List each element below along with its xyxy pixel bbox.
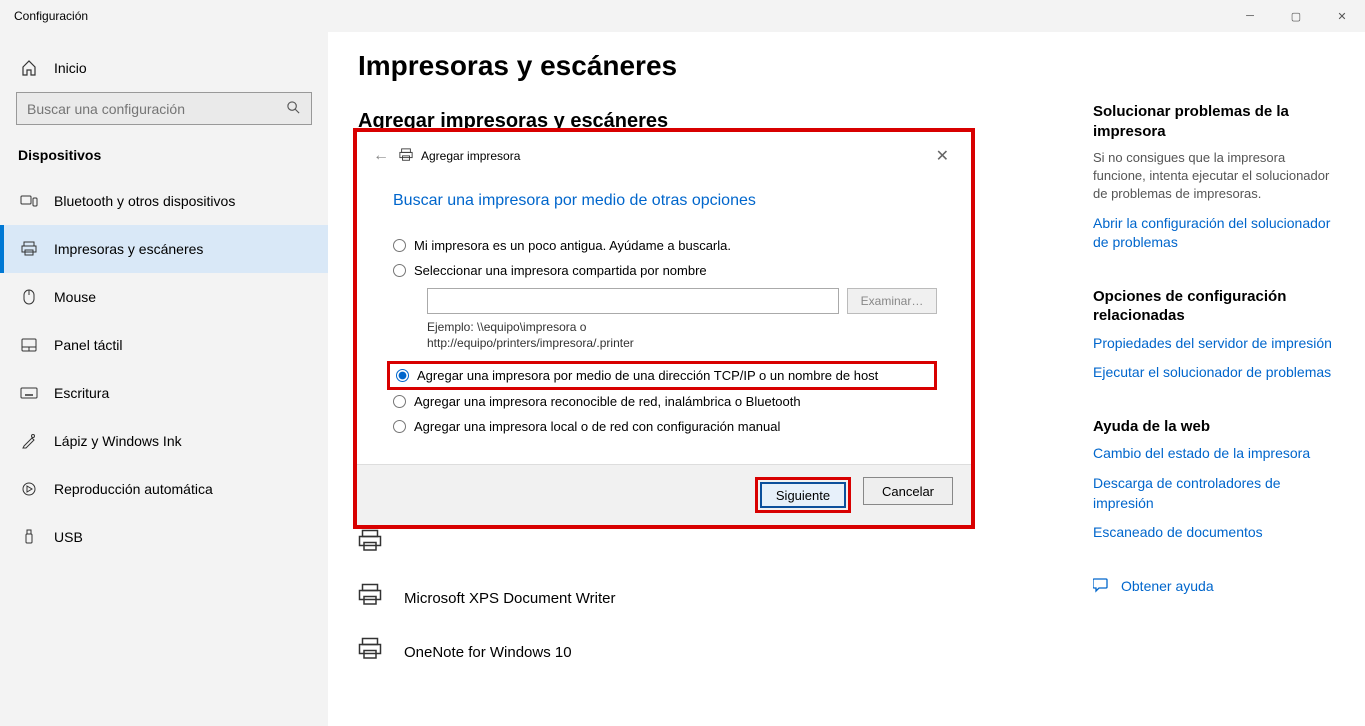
chat-icon	[1093, 577, 1111, 596]
sidebar-item-mouse[interactable]: Mouse	[0, 273, 328, 321]
radio-tcpip-printer[interactable]: Agregar una impresora por medio de una d…	[396, 368, 928, 383]
sidebar-item-label: Panel táctil	[54, 337, 122, 353]
printer-icon	[20, 241, 38, 257]
sidebar-item-label: Mouse	[54, 289, 96, 305]
close-button[interactable]: ✕	[1319, 0, 1365, 32]
printer-device-icon	[358, 583, 384, 613]
printer-row[interactable]: Microsoft XPS Document Writer	[358, 571, 1045, 625]
radio-label: Agregar una impresora local o de red con…	[414, 419, 780, 434]
get-help-label: Obtener ayuda	[1121, 578, 1214, 594]
sidebar-item-label: Bluetooth y otros dispositivos	[54, 193, 235, 209]
troubleshoot-link[interactable]: Abrir la configuración del solucionador …	[1093, 214, 1341, 253]
sidebar-item-touchpad[interactable]: Panel táctil	[0, 321, 328, 369]
radio-input[interactable]	[393, 239, 406, 252]
radio-label: Seleccionar una impresora compartida por…	[414, 263, 707, 278]
radio-network-printer[interactable]: Agregar una impresora reconocible de red…	[393, 394, 937, 409]
related-link-troubleshooter[interactable]: Ejecutar el solucionador de problemas	[1093, 363, 1341, 383]
home-nav[interactable]: Inicio	[16, 50, 312, 92]
pen-icon	[20, 433, 38, 449]
printer-row[interactable]: OneNote for Windows 10	[358, 625, 1045, 679]
right-column: Solucionar problemas de la impresora Si …	[1085, 32, 1365, 726]
get-help-link[interactable]: Obtener ayuda	[1093, 577, 1341, 596]
sidebar-item-bluetooth[interactable]: Bluetooth y otros dispositivos	[0, 177, 328, 225]
cancel-button[interactable]: Cancelar	[863, 477, 953, 505]
maximize-button[interactable]: ▢	[1273, 0, 1319, 32]
sidebar-item-label: Escritura	[54, 385, 109, 401]
printer-icon	[399, 148, 413, 165]
add-printer-dialog: ← Agregar impresora ✕ Buscar una impreso…	[353, 128, 975, 529]
sidebar-item-label: Lápiz y Windows Ink	[54, 433, 182, 449]
web-link-scan[interactable]: Escaneado de documentos	[1093, 523, 1341, 543]
search-input[interactable]	[27, 101, 286, 117]
home-icon	[20, 60, 38, 76]
web-link-state[interactable]: Cambio del estado de la impresora	[1093, 444, 1341, 464]
sidebar: Inicio Dispositivos Bluetooth y otros di…	[0, 32, 328, 726]
section-title: Dispositivos	[16, 147, 312, 163]
related-heading: Opciones de configuración relacionadas	[1093, 287, 1341, 326]
minimize-button[interactable]: ─	[1227, 0, 1273, 32]
web-link-drivers[interactable]: Descarga de controladores de impresión	[1093, 474, 1341, 513]
mouse-icon	[20, 289, 38, 305]
sidebar-item-usb[interactable]: USB	[0, 513, 328, 561]
radio-input[interactable]	[393, 395, 406, 408]
radio-input[interactable]	[396, 369, 409, 382]
radio-local-printer[interactable]: Agregar una impresora local o de red con…	[393, 419, 937, 434]
sidebar-item-label: Reproducción automática	[54, 481, 213, 497]
back-icon[interactable]: ←	[373, 147, 389, 165]
dialog-title: Agregar impresora	[421, 149, 520, 163]
sidebar-item-printers[interactable]: Impresoras y escáneres	[0, 225, 328, 273]
usb-icon	[20, 529, 38, 545]
home-label: Inicio	[54, 60, 87, 76]
example-text: Ejemplo: \\equipo\impresora o http://equ…	[427, 320, 937, 351]
sidebar-item-label: USB	[54, 529, 83, 545]
shared-name-input[interactable]	[427, 288, 839, 314]
troubleshoot-heading: Solucionar problemas de la impresora	[1093, 102, 1341, 141]
main-content: Impresoras y escáneres Agregar impresora…	[328, 32, 1085, 726]
radio-label: Agregar una impresora reconocible de red…	[414, 394, 801, 409]
browse-button[interactable]: Examinar…	[847, 288, 937, 314]
dialog-heading: Buscar una impresora por medio de otras …	[393, 192, 955, 210]
printer-device-icon	[358, 529, 384, 559]
devices-icon	[20, 193, 38, 209]
radio-label: Agregar una impresora por medio de una d…	[417, 368, 878, 383]
keyboard-icon	[20, 387, 38, 399]
search-icon	[286, 100, 301, 118]
troubleshoot-text: Si no consigues que la impresora funcion…	[1093, 149, 1341, 204]
related-link-server[interactable]: Propiedades del servidor de impresión	[1093, 334, 1341, 354]
radio-old-printer[interactable]: Mi impresora es un poco antigua. Ayúdame…	[393, 238, 937, 253]
next-button-highlight: Siguiente	[755, 477, 851, 513]
page-title: Impresoras y escáneres	[358, 50, 1045, 82]
radio-input[interactable]	[393, 264, 406, 277]
radio-input[interactable]	[393, 420, 406, 433]
close-icon[interactable]: ✕	[930, 146, 955, 166]
touchpad-icon	[20, 338, 38, 352]
next-button[interactable]: Siguiente	[760, 482, 846, 508]
printer-name: OneNote for Windows 10	[404, 644, 572, 661]
printer-device-icon	[358, 637, 384, 667]
autoplay-icon	[20, 481, 38, 497]
sidebar-item-autoplay[interactable]: Reproducción automática	[0, 465, 328, 513]
web-help-heading: Ayuda de la web	[1093, 417, 1341, 437]
sidebar-item-pen[interactable]: Lápiz y Windows Ink	[0, 417, 328, 465]
titlebar: Configuración ─ ▢ ✕	[0, 0, 1365, 32]
radio-shared-printer[interactable]: Seleccionar una impresora compartida por…	[393, 263, 937, 278]
printer-name: Microsoft XPS Document Writer	[404, 590, 615, 607]
sidebar-item-label: Impresoras y escáneres	[54, 241, 203, 257]
window-title: Configuración	[14, 9, 88, 23]
radio-label: Mi impresora es un poco antigua. Ayúdame…	[414, 238, 731, 253]
search-box[interactable]	[16, 92, 312, 125]
sidebar-item-typing[interactable]: Escritura	[0, 369, 328, 417]
